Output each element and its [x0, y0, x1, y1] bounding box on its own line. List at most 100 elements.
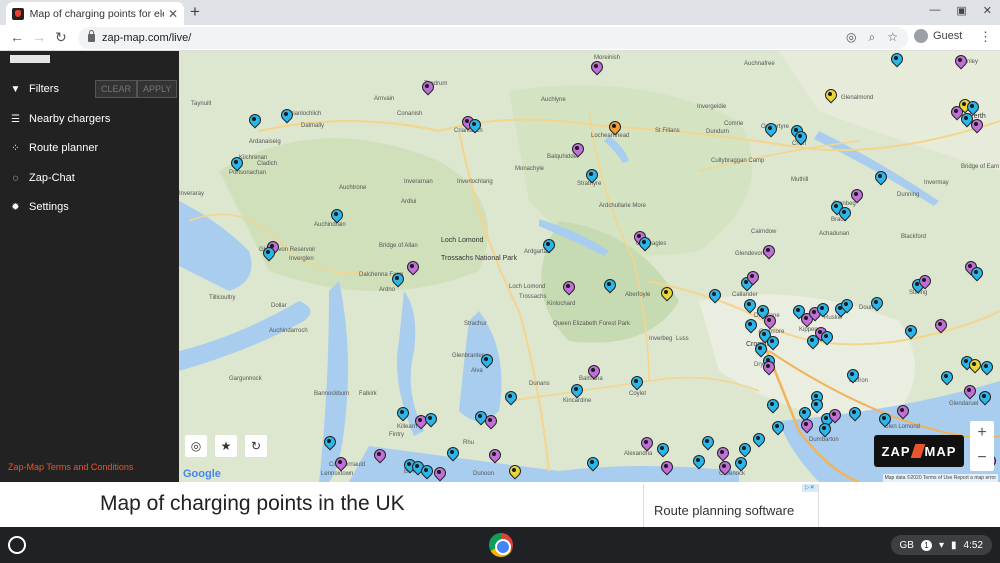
- charger-pin[interactable]: [875, 171, 885, 183]
- close-tab-icon[interactable]: ✕: [168, 7, 178, 21]
- browser-tab[interactable]: Map of charging points for electric ✕: [6, 2, 184, 25]
- charger-pin[interactable]: [509, 465, 519, 477]
- charger-pin[interactable]: [971, 267, 981, 279]
- charger-pin[interactable]: [981, 361, 991, 373]
- charger-pin[interactable]: [964, 385, 974, 397]
- charger-pin[interactable]: [764, 315, 774, 327]
- map-attribution[interactable]: Map data ©2020 Terms of Use Report a map…: [882, 474, 998, 482]
- charger-pin[interactable]: [335, 457, 345, 469]
- charger-pin[interactable]: [839, 207, 849, 219]
- sidebar-item-filters[interactable]: ▼ Filters: [10, 83, 59, 95]
- system-tray[interactable]: GB 1 ▾ ▮ 4:52: [890, 535, 992, 555]
- charger-pin[interactable]: [767, 399, 777, 411]
- charger-pin[interactable]: [249, 114, 259, 126]
- profile-button[interactable]: Guest: [914, 29, 962, 43]
- charger-pin[interactable]: [415, 415, 425, 427]
- browser-menu-icon[interactable]: ⋮: [979, 29, 992, 45]
- charger-pin[interactable]: [591, 61, 601, 73]
- charger-pin[interactable]: [821, 331, 831, 343]
- terms-link[interactable]: Zap-Map Terms and Conditions: [8, 462, 133, 472]
- charger-pin[interactable]: [969, 359, 979, 371]
- sidebar-item-settings[interactable]: ✹ Settings: [10, 201, 68, 213]
- charger-pin[interactable]: [231, 157, 241, 169]
- charger-pin[interactable]: [745, 319, 755, 331]
- charger-pin[interactable]: [807, 335, 817, 347]
- charger-pin[interactable]: [702, 436, 712, 448]
- location-icon[interactable]: ◎: [846, 30, 856, 45]
- charger-pin[interactable]: [871, 297, 881, 309]
- new-tab-icon[interactable]: +: [190, 2, 200, 22]
- charger-pin[interactable]: [905, 325, 915, 337]
- charger-pin[interactable]: [801, 419, 811, 431]
- charger-pin[interactable]: [795, 131, 805, 143]
- charger-pin[interactable]: [879, 413, 889, 425]
- charger-pin[interactable]: [735, 457, 745, 469]
- charger-pin[interactable]: [392, 273, 402, 285]
- launcher-icon[interactable]: [8, 536, 26, 554]
- charger-pin[interactable]: [374, 449, 384, 461]
- charger-pin[interactable]: [447, 447, 457, 459]
- charger-pin[interactable]: [941, 371, 951, 383]
- charger-pin[interactable]: [469, 119, 479, 131]
- charger-pin[interactable]: [919, 275, 929, 287]
- charger-pin[interactable]: [661, 287, 671, 299]
- forward-icon[interactable]: →: [32, 29, 46, 45]
- charger-pin[interactable]: [604, 279, 614, 291]
- sidebar-item-route-planner[interactable]: ⁘ Route planner: [10, 142, 98, 154]
- charger-pin[interactable]: [609, 121, 619, 133]
- charger-pin[interactable]: [829, 409, 839, 421]
- locate-me-icon[interactable]: ◎: [185, 435, 207, 457]
- charger-pin[interactable]: [661, 461, 671, 473]
- charger-pin[interactable]: [979, 391, 989, 403]
- zoom-out-button[interactable]: −: [970, 446, 994, 471]
- charger-pin[interactable]: [819, 423, 829, 435]
- close-window-icon[interactable]: ✕: [983, 4, 992, 17]
- charger-pin[interactable]: [765, 123, 775, 135]
- charger-pin[interactable]: [811, 399, 821, 411]
- charger-pin[interactable]: [772, 421, 782, 433]
- charger-pin[interactable]: [709, 289, 719, 301]
- chrome-browser-icon[interactable]: [489, 533, 513, 557]
- favourites-star-icon[interactable]: ★: [215, 435, 237, 457]
- charger-pin[interactable]: [817, 303, 827, 315]
- charger-pin[interactable]: [961, 113, 971, 125]
- charger-pin[interactable]: [421, 465, 431, 477]
- charger-pin[interactable]: [324, 436, 334, 448]
- charger-pin[interactable]: [263, 247, 273, 259]
- adchoices-icon[interactable]: ▷✕: [802, 484, 818, 492]
- charger-pin[interactable]: [563, 281, 573, 293]
- charger-pin[interactable]: [719, 461, 729, 473]
- charger-pin[interactable]: [485, 415, 495, 427]
- charger-pin[interactable]: [641, 437, 651, 449]
- charger-pin[interactable]: [281, 109, 291, 121]
- charger-pin[interactable]: [755, 343, 765, 355]
- charger-pin[interactable]: [571, 384, 581, 396]
- charger-pin[interactable]: [331, 209, 341, 221]
- sidebar-item-nearby-chargers[interactable]: ☰ Nearby chargers: [10, 113, 110, 125]
- charger-pin[interactable]: [744, 299, 754, 311]
- charger-pin[interactable]: [631, 376, 641, 388]
- charger-pin[interactable]: [847, 369, 857, 381]
- charger-pin[interactable]: [693, 455, 703, 467]
- charger-pin[interactable]: [967, 101, 977, 113]
- charger-pin[interactable]: [753, 433, 763, 445]
- charger-pin[interactable]: [587, 457, 597, 469]
- charger-pin[interactable]: [825, 89, 835, 101]
- charger-pin[interactable]: [763, 361, 773, 373]
- charger-pin[interactable]: [422, 81, 432, 93]
- restore-icon[interactable]: ▣: [956, 4, 966, 17]
- charger-pin[interactable]: [434, 467, 444, 479]
- charger-pin[interactable]: [475, 411, 485, 423]
- charger-pin[interactable]: [763, 245, 773, 257]
- charger-pin[interactable]: [481, 354, 491, 366]
- sponsored-ad[interactable]: ▷✕ Route planning software: [643, 484, 819, 527]
- refresh-map-icon[interactable]: ↻: [245, 435, 267, 457]
- charging-map[interactable]: Moreinish Auchnafree Glenalmond Stanley …: [179, 51, 1000, 482]
- charger-pin[interactable]: [767, 336, 777, 348]
- address-bar[interactable]: zap-map.com/live/ ◎ ⌕ ☆: [78, 27, 908, 49]
- charger-pin[interactable]: [955, 55, 965, 67]
- charger-pin[interactable]: [747, 271, 757, 283]
- charger-pin[interactable]: [588, 365, 598, 377]
- charger-pin[interactable]: [897, 405, 907, 417]
- clear-button[interactable]: CLEAR: [95, 80, 138, 98]
